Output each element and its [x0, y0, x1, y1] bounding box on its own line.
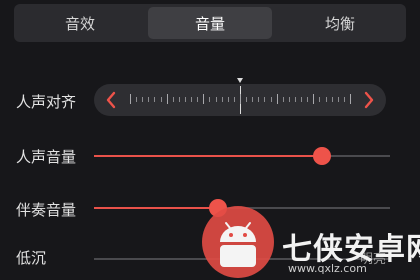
alignment-tick: [191, 97, 193, 102]
chevron-left-icon: [106, 91, 116, 109]
audio-settings-panel: 音效 音量 均衡 人声对齐 人声音量 伴奏音量 低沉 明亮 七侠安卓 www.q…: [0, 0, 420, 280]
alignment-tick: [307, 97, 309, 102]
alignment-tick: [337, 97, 339, 102]
alignment-tick: [350, 94, 351, 104]
align-increase-button[interactable]: [357, 88, 381, 112]
alignment-tick: [215, 97, 217, 102]
alignment-tick: [233, 97, 235, 102]
alignment-tick: [185, 97, 186, 102]
alignment-tick: [276, 94, 278, 104]
alignment-tick: [258, 97, 260, 102]
alignment-tick: [331, 97, 333, 102]
alignment-tick: [142, 97, 144, 102]
alignment-tick: [203, 94, 205, 104]
align-decrease-button[interactable]: [99, 88, 123, 112]
vocal-volume-slider[interactable]: [94, 146, 390, 166]
alignment-tick: [270, 97, 272, 102]
android-robot-icon: [202, 206, 274, 278]
alignment-tick: [160, 97, 162, 102]
alignment-tick: [136, 97, 138, 102]
tab-sound-effects[interactable]: 音效: [18, 7, 142, 39]
alignment-tick: [130, 94, 131, 104]
tone-low-label: 低沉: [16, 249, 47, 267]
alignment-tick: [154, 97, 156, 102]
alignment-tick: [221, 97, 223, 102]
alignment-tick: [313, 94, 315, 104]
alignment-tick: [319, 97, 321, 102]
alignment-tick: [325, 97, 327, 102]
alignment-scale: [130, 84, 351, 116]
slider-thumb[interactable]: [312, 147, 331, 165]
slider-fill: [94, 155, 322, 157]
alignment-tick: [209, 97, 211, 102]
alignment-tick: [197, 97, 199, 102]
tab-bar: 音效 音量 均衡: [14, 4, 406, 42]
alignment-tick: [301, 97, 303, 102]
alignment-tick: [295, 97, 296, 102]
alignment-tick: [240, 94, 241, 104]
alignment-tick: [178, 97, 180, 102]
watermark-url: www.qxlz.com: [288, 262, 367, 275]
alignment-tick: [252, 97, 254, 102]
alignment-tick: [148, 97, 150, 102]
alignment-tick: [166, 94, 168, 104]
alignment-tick: [246, 97, 248, 102]
vocal-align-label: 人声对齐: [16, 93, 77, 111]
tab-volume[interactable]: 音量: [148, 7, 272, 39]
alignment-tick: [288, 97, 290, 102]
alignment-tick: [343, 97, 345, 102]
alignment-tick: [172, 97, 174, 102]
accompaniment-volume-label: 伴奏音量: [16, 201, 77, 219]
alignment-tick: [264, 97, 266, 102]
vocal-volume-label: 人声音量: [16, 148, 77, 166]
chevron-right-icon: [364, 91, 374, 109]
vocal-align-control[interactable]: [94, 84, 386, 116]
center-marker-icon: [237, 78, 243, 83]
tab-equalizer[interactable]: 均衡: [278, 7, 402, 39]
alignment-tick: [282, 97, 284, 102]
alignment-tick: [227, 97, 229, 102]
